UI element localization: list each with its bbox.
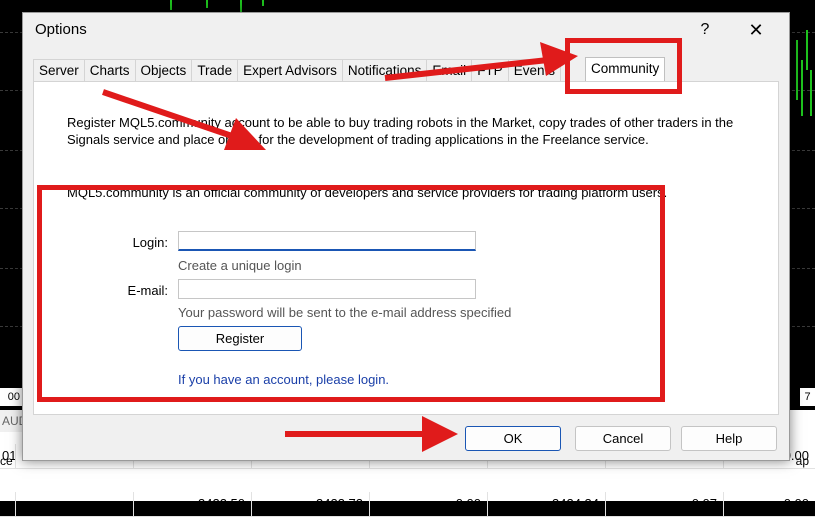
chart-candle: [806, 30, 808, 70]
table-cell: 3424.34: [488, 492, 606, 516]
table-cell: [16, 492, 134, 516]
dialog-title: Options: [35, 21, 87, 38]
ok-button[interactable]: OK: [465, 426, 561, 451]
help-question-icon[interactable]: ?: [695, 19, 715, 41]
chart-candle: [262, 0, 264, 6]
chart-candle: [810, 70, 812, 116]
chart-axis-label: 00: [0, 388, 22, 406]
tab-server[interactable]: Server: [33, 59, 85, 82]
tab-notifications[interactable]: Notifications: [341, 59, 428, 82]
tab-events[interactable]: Events: [507, 59, 561, 82]
tab-charts[interactable]: Charts: [83, 59, 136, 82]
annotation-highlight-box: [565, 38, 682, 94]
table-cell: -0.07: [606, 492, 724, 516]
tab-objects[interactable]: Objects: [134, 59, 193, 82]
tab-ftp[interactable]: FTP: [471, 59, 509, 82]
chart-candle: [206, 0, 208, 8]
chart-candle: [170, 0, 172, 10]
table-cell: [0, 492, 16, 516]
tab-trade[interactable]: Trade: [191, 59, 239, 82]
help-button[interactable]: Help: [681, 426, 777, 451]
chart-candle: [801, 60, 803, 116]
table-cell: 0.00: [370, 492, 488, 516]
annotation-highlight-box: [37, 185, 665, 402]
table-header-fragment: ce: [0, 454, 13, 468]
table-cell: 0.00: [783, 496, 809, 511]
tab-expert-advisors[interactable]: Expert Advisors: [237, 59, 343, 82]
chart-axis-label: 7: [800, 388, 815, 406]
chart-candle: [240, 0, 242, 12]
options-tabbar: Server Charts Objects Trade Expert Advis…: [33, 59, 561, 82]
chart-candle: [796, 40, 798, 100]
table-cell: 3422.50: [134, 492, 252, 516]
tab-email[interactable]: Email: [426, 59, 473, 82]
cancel-button[interactable]: Cancel: [575, 426, 671, 451]
table-header-fragment: ap: [795, 454, 809, 468]
close-icon[interactable]: ✕: [743, 19, 769, 41]
community-intro-text: Register MQL5.community account to be ab…: [67, 115, 734, 147]
table-cell: 3423.72: [252, 492, 370, 516]
table-row[interactable]: 3422.50 3423.72 0.00 3424.34 -0.07 0.00: [0, 492, 815, 517]
